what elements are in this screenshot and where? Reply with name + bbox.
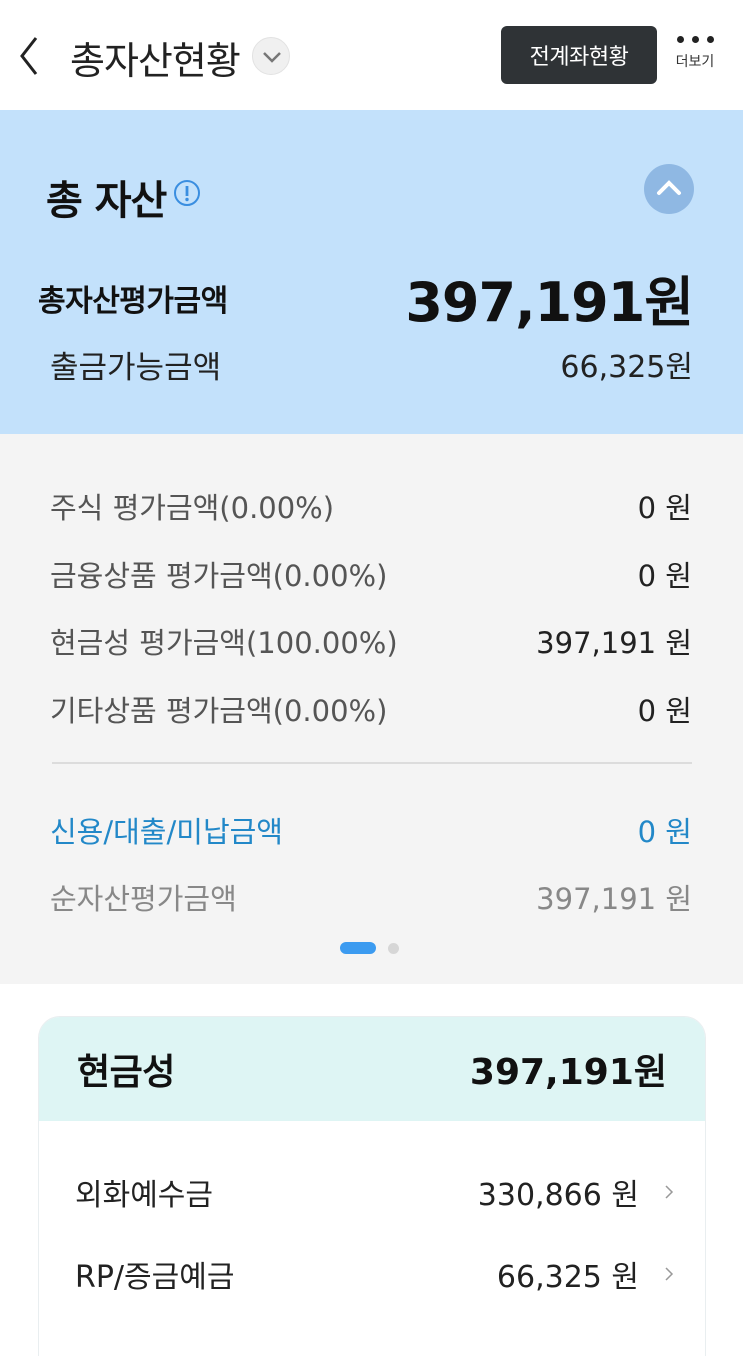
row-label: 기타상품 평가금액(0.00%) xyxy=(50,694,388,728)
net-asset-row: 순자산평가금액 397,191 원 xyxy=(50,875,692,919)
cash-card-title: 현금성 xyxy=(77,1052,175,1093)
cash-card: 현금성 397,191원 외화예수금 330,866 원 RP/증금예금 66,… xyxy=(38,1016,706,1356)
more-label: 더보기 xyxy=(675,54,715,70)
breakdown-row-cash: 현금성 평가금액(100.00%) 397,191 원 xyxy=(50,619,692,663)
chevron-up-icon[interactable] xyxy=(644,164,694,214)
breakdown-row-other: 기타상품 평가금액(0.00%) 0 원 xyxy=(50,687,692,731)
total-asset-summary: 총 자산 총자산평가금액 397,191원 출금가능금액 66,325원 xyxy=(0,110,743,434)
breakdown-row-stock: 주식 평가금액(0.00%) 0 원 xyxy=(50,484,692,528)
withdrawable-label: 출금가능금액 xyxy=(50,350,222,386)
page-title: 총자산현황 xyxy=(70,39,241,83)
row-label: 주식 평가금액(0.00%) xyxy=(50,491,335,525)
cash-card-header: 현금성 397,191원 xyxy=(39,1017,705,1121)
cash-item-rp-deposit[interactable]: RP/증금예금 66,325 원 xyxy=(75,1251,675,1297)
item-label: RP/증금예금 xyxy=(75,1260,235,1295)
all-accounts-button[interactable]: 전계좌현황 xyxy=(501,26,657,84)
divider xyxy=(52,762,692,764)
total-eval-label: 총자산평가금액 xyxy=(38,284,228,319)
net-label: 순자산평가금액 xyxy=(50,882,237,916)
more-dots-icon xyxy=(665,36,725,43)
cash-card-total: 397,191원 xyxy=(469,1052,667,1093)
item-label: 외화예수금 xyxy=(75,1178,213,1213)
row-value: 397,191 원 xyxy=(536,626,692,660)
cash-item-foreign-deposit[interactable]: 외화예수금 330,866 원 xyxy=(75,1169,675,1215)
item-value: 66,325 원 xyxy=(496,1260,639,1295)
top-bar: 총자산현황 전계좌현황 더보기 xyxy=(0,0,743,110)
total-eval-value: 397,191원 xyxy=(405,271,694,334)
item-value: 330,866 원 xyxy=(477,1178,639,1213)
summary-title: 총 자산 xyxy=(46,178,167,224)
row-value: 0 원 xyxy=(637,559,692,593)
row-value: 0 원 xyxy=(637,694,692,728)
page-indicator[interactable] xyxy=(340,942,399,954)
chevron-right-icon xyxy=(665,1267,674,1281)
breakdown-row-financial-products: 금융상품 평가금액(0.00%) 0 원 xyxy=(50,552,692,596)
row-value: 0 원 xyxy=(637,491,692,525)
more-button[interactable]: 더보기 xyxy=(665,30,725,82)
asset-breakdown: 주식 평가금액(0.00%) 0 원 금융상품 평가금액(0.00%) 0 원 … xyxy=(0,434,743,984)
net-value: 397,191 원 xyxy=(536,882,692,916)
withdrawable-value: 66,325원 xyxy=(560,350,693,385)
chevron-right-icon xyxy=(665,1185,674,1199)
page-dot-active[interactable] xyxy=(340,942,376,954)
row-label: 현금성 평가금액(100.00%) xyxy=(50,626,398,660)
page-dot[interactable] xyxy=(388,942,399,954)
credit-label: 신용/대출/미납금액 xyxy=(50,815,283,849)
row-label: 금융상품 평가금액(0.00%) xyxy=(50,559,388,593)
back-icon[interactable] xyxy=(14,34,46,78)
chevron-down-icon[interactable] xyxy=(252,37,290,75)
credit-loan-row: 신용/대출/미납금액 0 원 xyxy=(50,808,692,852)
info-icon[interactable] xyxy=(172,178,202,208)
credit-value: 0 원 xyxy=(637,815,692,849)
